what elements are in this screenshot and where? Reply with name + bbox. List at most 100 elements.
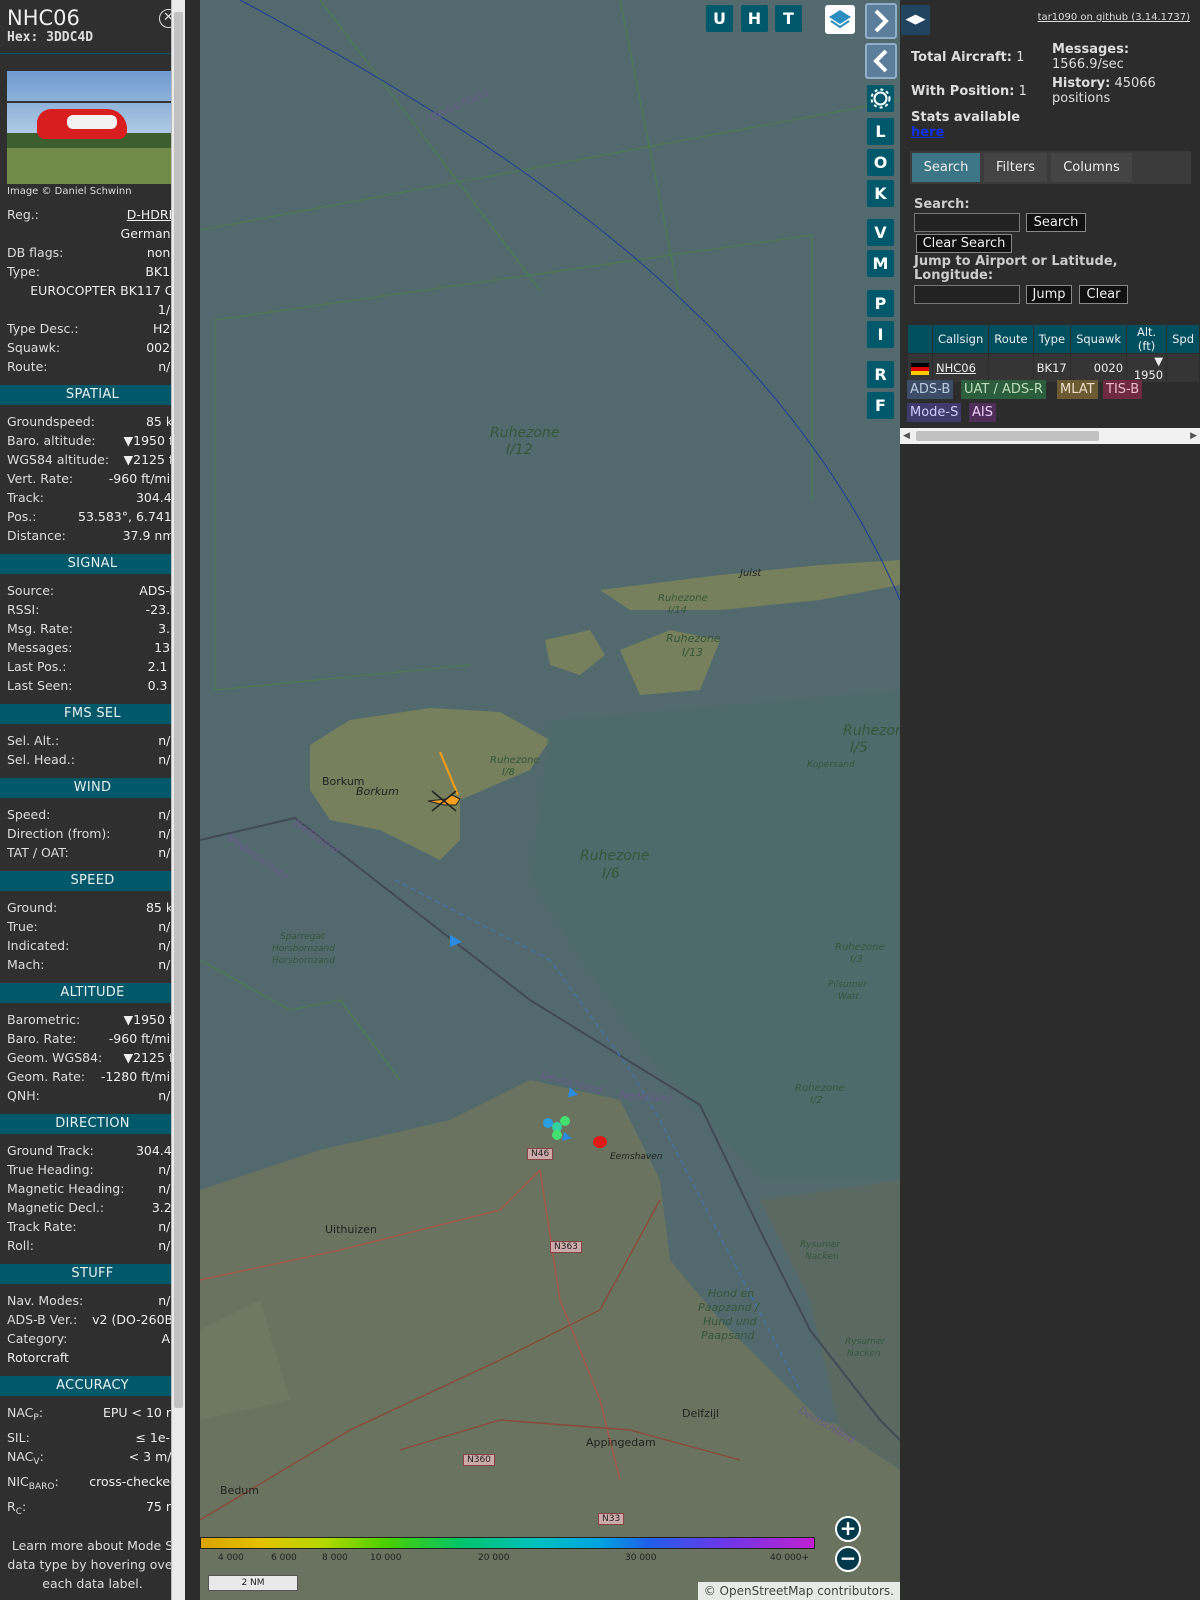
clear-search-button[interactable]: Clear Search bbox=[916, 234, 1012, 253]
stat-value: 1 bbox=[1018, 84, 1027, 99]
column-header-flag[interactable] bbox=[908, 325, 932, 353]
map-label: Hund und bbox=[703, 1315, 757, 1328]
info-label[interactable]: Track: bbox=[7, 488, 44, 507]
info-label[interactable]: RSSI: bbox=[7, 600, 39, 619]
info-row: Geom. Rate: -1280 ft/min bbox=[0, 1067, 185, 1086]
info-label: Type: bbox=[7, 264, 40, 279]
column-header-spd[interactable]: Spd bbox=[1167, 325, 1199, 353]
zoom-in-button[interactable]: + bbox=[835, 1516, 861, 1542]
tab-columns[interactable]: Columns bbox=[1051, 153, 1132, 182]
info-label[interactable]: WGS84 altitude: bbox=[7, 450, 109, 469]
table-horizontal-scrollbar[interactable]: ◀ ▶ bbox=[900, 428, 1200, 444]
column-header-alt[interactable]: Alt. (ft) bbox=[1127, 325, 1167, 353]
info-label[interactable]: Baro. altitude: bbox=[7, 431, 96, 450]
info-label[interactable]: QNH: bbox=[7, 1086, 40, 1105]
info-label[interactable]: Distance: bbox=[7, 526, 66, 545]
tab-search[interactable]: Search bbox=[912, 153, 980, 182]
map-label: Ruhezone bbox=[835, 942, 885, 953]
jump-button[interactable]: Jump bbox=[1026, 285, 1072, 304]
map-button-f[interactable]: F bbox=[867, 392, 894, 419]
altitude-tick: 10 000 bbox=[370, 1553, 402, 1563]
info-label[interactable]: Direction (from): bbox=[7, 824, 111, 843]
info-label[interactable]: Nav. Modes: bbox=[7, 1291, 83, 1310]
info-label[interactable]: ADS-B Ver.: bbox=[7, 1310, 77, 1329]
chevron-right-icon[interactable] bbox=[865, 3, 897, 39]
map-button-i[interactable]: I bbox=[867, 321, 894, 348]
aircraft-photo[interactable] bbox=[7, 71, 178, 184]
info-label[interactable]: Messages: bbox=[7, 638, 73, 657]
clear-button[interactable]: Clear bbox=[1079, 285, 1128, 304]
rc-label[interactable]: RC: bbox=[7, 1497, 26, 1522]
info-label[interactable]: Geom. WGS84: bbox=[7, 1048, 102, 1067]
info-label[interactable]: Source: bbox=[7, 581, 54, 600]
map-button-k[interactable]: K bbox=[867, 180, 894, 207]
map-button-m[interactable]: M bbox=[867, 250, 894, 277]
info-label[interactable]: True: bbox=[7, 917, 38, 936]
squawk-cell: 0020 bbox=[1071, 354, 1127, 382]
info-label[interactable]: Magnetic Heading: bbox=[7, 1179, 124, 1198]
info-label[interactable]: Baro. Rate: bbox=[7, 1029, 76, 1048]
search-input[interactable] bbox=[914, 213, 1020, 232]
info-label[interactable]: Roll: bbox=[7, 1236, 34, 1255]
info-label[interactable]: TAT / OAT: bbox=[7, 843, 69, 862]
callsign-cell[interactable]: NHC06 bbox=[933, 354, 989, 382]
map-button-o[interactable]: O bbox=[867, 149, 894, 176]
settings-gear-icon[interactable] bbox=[867, 85, 894, 112]
sil-label[interactable]: SIL: bbox=[7, 1428, 30, 1447]
nacv-label[interactable]: NACV: bbox=[7, 1447, 44, 1472]
aircraft-table: Callsign Route Type Squawk Alt. (ft) Spd… bbox=[907, 324, 1200, 383]
info-label[interactable]: Indicated: bbox=[7, 936, 69, 955]
map-button-u[interactable]: U bbox=[706, 5, 733, 32]
jump-input[interactable] bbox=[914, 285, 1020, 304]
info-label[interactable]: Speed: bbox=[7, 805, 50, 824]
info-label[interactable]: Magnetic Decl.: bbox=[7, 1198, 104, 1217]
map-label: N46 bbox=[527, 1148, 554, 1160]
table-row[interactable]: NHC06 BK17 0020 ▼ 1950 bbox=[908, 354, 1199, 382]
map-button-p[interactable]: P bbox=[867, 290, 894, 317]
tab-filters[interactable]: Filters bbox=[984, 153, 1047, 182]
column-header-callsign[interactable]: Callsign bbox=[933, 325, 989, 353]
map-label: Kopersand bbox=[807, 760, 855, 770]
info-label[interactable]: Ground Track: bbox=[7, 1141, 94, 1160]
nicbaro-label[interactable]: NICBARO: bbox=[7, 1472, 59, 1497]
info-label[interactable]: True Heading: bbox=[7, 1160, 94, 1179]
info-label[interactable]: Pos.: bbox=[7, 507, 36, 526]
info-label[interactable]: Last Pos.: bbox=[7, 657, 66, 676]
info-label[interactable]: Ground: bbox=[7, 898, 57, 917]
search-button[interactable]: Search bbox=[1026, 213, 1086, 232]
nacp-label[interactable]: NACP: bbox=[7, 1403, 43, 1428]
info-label[interactable]: Sel. Alt.: bbox=[7, 731, 59, 750]
layers-icon[interactable] bbox=[825, 5, 855, 34]
info-label[interactable]: Sel. Head.: bbox=[7, 750, 75, 769]
map-label: Ruhezone bbox=[843, 723, 900, 739]
github-link[interactable]: tar1090 on github (3.14.1737) bbox=[1038, 12, 1190, 23]
map-button-r[interactable]: R bbox=[867, 361, 894, 388]
info-label[interactable]: Groundspeed: bbox=[7, 412, 95, 431]
info-label[interactable]: Track Rate: bbox=[7, 1217, 77, 1236]
stats-here-link[interactable]: here bbox=[911, 125, 944, 140]
map-attribution[interactable]: © OpenStreetMap contributors. bbox=[697, 1582, 900, 1600]
info-label[interactable]: Vert. Rate: bbox=[7, 469, 73, 488]
chevron-left-icon[interactable] bbox=[865, 43, 897, 79]
category-desc: Rotorcraft bbox=[7, 1350, 69, 1365]
info-label[interactable]: Category: bbox=[7, 1329, 67, 1348]
map-button-l[interactable]: L bbox=[867, 118, 894, 145]
zoom-out-button[interactable]: − bbox=[835, 1546, 861, 1572]
column-header-squawk[interactable]: Squawk bbox=[1071, 325, 1127, 353]
info-label[interactable]: Geom. Rate: bbox=[7, 1067, 85, 1086]
panel-toggle-icon[interactable]: ◀▶ bbox=[901, 5, 930, 35]
map-label: I/13 bbox=[682, 646, 703, 659]
panel-scrollbar[interactable] bbox=[171, 0, 185, 1600]
map-button-h[interactable]: H bbox=[741, 5, 768, 32]
map-view[interactable]: Deutschland Ruhezone I/12 Ruhezone I/14 … bbox=[200, 0, 900, 1600]
map-button-v[interactable]: V bbox=[867, 219, 894, 246]
info-label[interactable]: Msg. Rate: bbox=[7, 619, 73, 638]
aircraft-marker-icon[interactable] bbox=[426, 787, 462, 813]
info-label[interactable]: Mach: bbox=[7, 955, 44, 974]
info-label[interactable]: Barometric: bbox=[7, 1010, 80, 1029]
column-header-type[interactable]: Type bbox=[1033, 325, 1071, 353]
info-row: WGS84 altitude: ▼2125 ft bbox=[0, 450, 185, 469]
column-header-route[interactable]: Route bbox=[989, 325, 1033, 353]
map-button-t[interactable]: T bbox=[775, 5, 802, 32]
info-label[interactable]: Last Seen: bbox=[7, 676, 72, 695]
